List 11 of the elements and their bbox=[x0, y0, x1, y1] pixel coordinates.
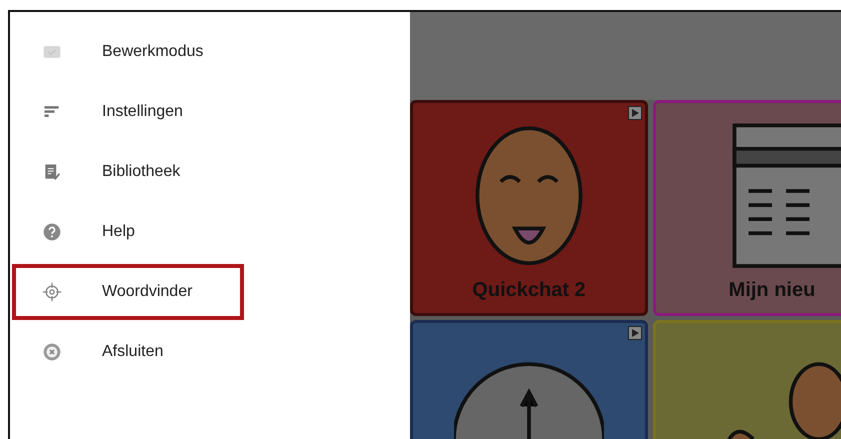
menu-item[interactable]: Woordvinder bbox=[12, 264, 244, 320]
menu-item[interactable]: Bibliotheek bbox=[12, 144, 244, 200]
menu-item[interactable]: Bewerkmodus bbox=[12, 24, 244, 80]
menu-item[interactable]: Afsluiten bbox=[12, 324, 244, 380]
compass-icon bbox=[42, 282, 62, 302]
close-icon bbox=[42, 342, 62, 362]
help-icon bbox=[42, 222, 62, 242]
menu-item[interactable]: Instellingen bbox=[12, 84, 244, 140]
tile-label: Mijn nieu bbox=[728, 279, 816, 302]
tile-label: Quickchat 2 bbox=[472, 279, 586, 302]
menu-item[interactable]: Help bbox=[12, 204, 244, 260]
